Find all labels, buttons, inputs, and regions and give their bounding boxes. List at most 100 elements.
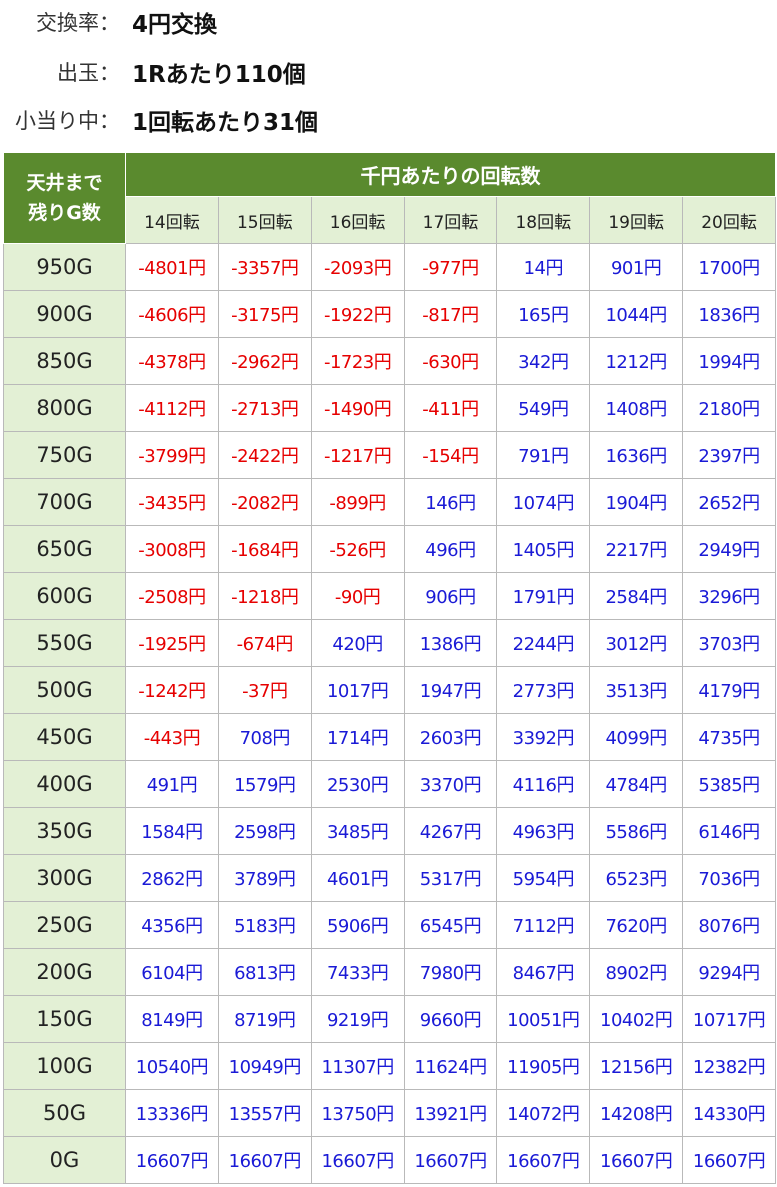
expected-value-cell: -1490円 [310, 384, 405, 432]
expected-value-cell: 496円 [403, 525, 498, 573]
expected-value-cell: -2422円 [217, 431, 312, 479]
expected-value-cell: -90円 [310, 572, 405, 620]
expected-value-cell: 3513円 [589, 666, 684, 714]
spin-column-header: 17回転 [403, 196, 498, 244]
expected-value-cell: 549円 [496, 384, 591, 432]
remaining-games-cell: 250G [3, 901, 126, 949]
expected-value-cell: 5317円 [403, 854, 498, 902]
spin-column-header: 19回転 [589, 196, 684, 244]
expected-value-cell: 9219円 [310, 995, 405, 1043]
table-row: 750G -3799円 -2422円 -1217円 -154円 791円 1636円 2397… [3, 431, 776, 479]
expected-value-cell: 901円 [589, 243, 684, 291]
expected-value-cell: 3370円 [403, 760, 498, 808]
expected-value-cell: 146円 [403, 478, 498, 526]
table-row: 700G -3435円 -2082円 -899円 146円 1074円 1904円 2652円 [3, 478, 776, 526]
remaining-games-header: 天井まで 残りG数 [3, 152, 126, 244]
expected-value-cell: 13557円 [217, 1089, 312, 1137]
expected-value-cell: 2862円 [125, 854, 219, 902]
expected-value-cell: 2773円 [496, 666, 591, 714]
expected-value-cell: 16607円 [403, 1136, 498, 1184]
expected-value-cell: -3799円 [125, 431, 219, 479]
expected-value-cell: 1408円 [589, 384, 684, 432]
table-row: 350G 1584円 2598円 3485円 4267円 4963円 5586円 6146円 [3, 807, 776, 855]
expected-value-cell: 16607円 [310, 1136, 405, 1184]
expected-value-cell: 10949円 [217, 1042, 312, 1090]
expected-value-cell: 3012円 [589, 619, 684, 667]
expected-value-cell: -2713円 [217, 384, 312, 432]
remaining-games-cell: 650G [3, 525, 126, 573]
remaining-games-cell: 800G [3, 384, 126, 432]
remaining-games-cell: 700G [3, 478, 126, 526]
expected-value-cell: 3392円 [496, 713, 591, 761]
expected-value-cell: 14円 [496, 243, 591, 291]
corner-line-2: 残りG数 [28, 202, 101, 224]
expected-value-cell: 906円 [403, 572, 498, 620]
expected-value-cell: 2603円 [403, 713, 498, 761]
expected-value-cell: 10540円 [125, 1042, 219, 1090]
expected-value-cell: 11307円 [310, 1042, 405, 1090]
corner-line-1: 天井まで [26, 172, 103, 194]
expected-value-cell: 16607円 [589, 1136, 684, 1184]
expected-value-cell: -2508円 [125, 572, 219, 620]
table-row: 0G 16607円 16607円 16607円 16607円 16607円 16607円 16… [3, 1136, 776, 1184]
expected-value-cell: 1700円 [682, 243, 776, 291]
exchange-rate-value: 4円交換 [132, 12, 218, 38]
payout-value: 1Rあたり110個 [132, 62, 306, 88]
expected-value-cell: -3357円 [217, 243, 312, 291]
table-row: 950G -4801円 -3357円 -2093円 -977円 14円 901円 1700円 [3, 243, 776, 291]
expected-value-cell: -1922円 [310, 290, 405, 338]
expected-value-cell: -977円 [403, 243, 498, 291]
expected-value-cell: 7112円 [496, 901, 591, 949]
expected-value-cell: -1217円 [310, 431, 405, 479]
expected-value-cell: 1584円 [125, 807, 219, 855]
expected-value-cell: -1684円 [217, 525, 312, 573]
remaining-games-cell: 450G [3, 713, 126, 761]
remaining-games-cell: 500G [3, 666, 126, 714]
expected-value-cell: 3789円 [217, 854, 312, 902]
spin-column-header: 20回転 [682, 196, 776, 244]
payout-label: 出玉： [57, 61, 120, 85]
expected-value-cell: 10717円 [682, 995, 776, 1043]
expected-value-cell: 1579円 [217, 760, 312, 808]
expected-value-cell: 1044円 [589, 290, 684, 338]
spins-per-1000-header: 千円あたりの回転数 [125, 152, 776, 197]
expected-value-cell: 1074円 [496, 478, 591, 526]
expected-value-cell: 4784円 [589, 760, 684, 808]
table-row: 500G -1242円 -37円 1017円 1947円 2773円 3513円 4179円 [3, 666, 776, 714]
expected-value-cell: 4116円 [496, 760, 591, 808]
expected-value-cell: 3296円 [682, 572, 776, 620]
expected-value-cell: 1714円 [310, 713, 405, 761]
expected-value-cell: 8467円 [496, 948, 591, 996]
spin-column-header: 16回転 [310, 196, 405, 244]
expected-value-cell: 14072円 [496, 1089, 591, 1137]
expected-value-cell: 7620円 [589, 901, 684, 949]
exchange-rate-row: 交換率： 4円交換 [0, 2, 217, 42]
table-row: 850G -4378円 -2962円 -1723円 -630円 342円 1212円 1994… [3, 337, 776, 385]
spin-column-header: 15回転 [217, 196, 312, 244]
payout-row: 出玉： 1Rあたり110個 [0, 52, 306, 92]
table-row: 600G -2508円 -1218円 -90円 906円 1791円 2584円 3296円 [3, 572, 776, 620]
expected-value-cell: 1017円 [310, 666, 405, 714]
expected-value-cell: -411円 [403, 384, 498, 432]
expected-value-cell: 12382円 [682, 1042, 776, 1090]
table-row: 250G 4356円 5183円 5906円 6545円 7112円 7620円 8076円 [3, 901, 776, 949]
expected-value-cell: -526円 [310, 525, 405, 573]
expected-value-cell: 2217円 [589, 525, 684, 573]
small-hit-row: 小当り中： 1回転あたり31個 [0, 100, 318, 140]
expected-value-cell: 16607円 [217, 1136, 312, 1184]
expected-value-cell: 2530円 [310, 760, 405, 808]
remaining-games-cell: 950G [3, 243, 126, 291]
expected-value-cell: -3175円 [217, 290, 312, 338]
expected-value-cell: 14208円 [589, 1089, 684, 1137]
expected-value-cell: 2652円 [682, 478, 776, 526]
table-row: 200G 6104円 6813円 7433円 7980円 8467円 8902円 9294円 [3, 948, 776, 996]
expected-value-cell: 10402円 [589, 995, 684, 1043]
remaining-games-cell: 350G [3, 807, 126, 855]
expected-value-cell: 6523円 [589, 854, 684, 902]
expected-value-cell: 14330円 [682, 1089, 776, 1137]
remaining-games-cell: 600G [3, 572, 126, 620]
expected-value-cell: -4378円 [125, 337, 219, 385]
expected-value-cell: 708円 [217, 713, 312, 761]
expected-value-cell: 1836円 [682, 290, 776, 338]
expected-value-cell: 12156円 [589, 1042, 684, 1090]
